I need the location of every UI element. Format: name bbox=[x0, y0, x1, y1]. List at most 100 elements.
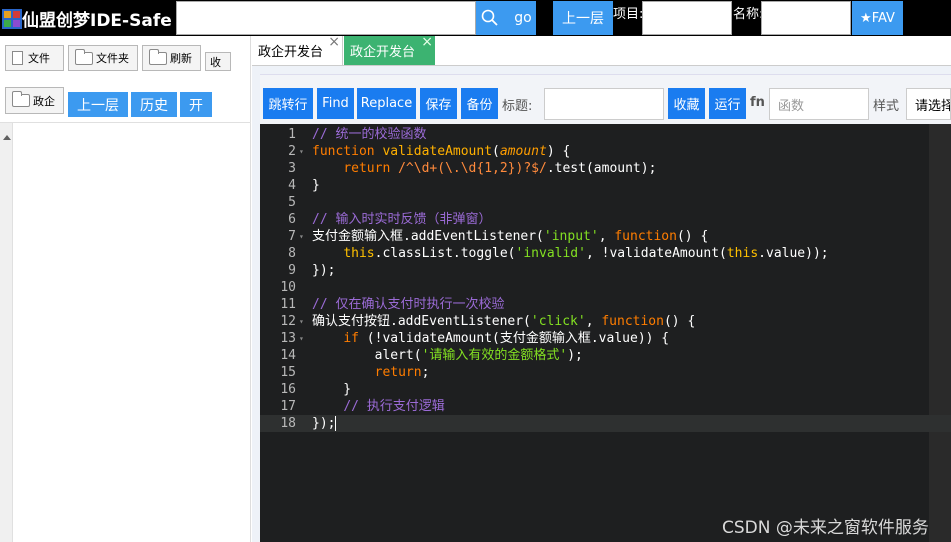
header-up-button[interactable]: 上一层 bbox=[553, 1, 613, 35]
fold-arrow-icon[interactable]: ▾ bbox=[299, 228, 304, 245]
style-select[interactable]: 请选择 bbox=[906, 88, 951, 120]
code-text: return; bbox=[374, 365, 430, 380]
current-folder-button[interactable]: 政企 bbox=[5, 87, 64, 114]
search-icon bbox=[481, 9, 498, 26]
sidebar-up-button[interactable]: 上一层 bbox=[68, 92, 128, 117]
code-line[interactable]: 14 alert('请输入有效的金额格式'); bbox=[260, 347, 951, 364]
fn-label: fn bbox=[750, 95, 765, 110]
collapse-button[interactable]: 收 bbox=[205, 52, 231, 71]
file-icon bbox=[12, 51, 23, 65]
title-input[interactable] bbox=[544, 88, 664, 120]
code-line[interactable]: 12 ▾ 确认支付按钮.addEventListener('click', func… bbox=[260, 313, 951, 330]
code-text: return /^\d+(\.\d{1,2})?$/.test(amount); bbox=[343, 161, 657, 176]
code-text: if (!validateAmount(支付金额输入框.value)) { bbox=[343, 331, 670, 346]
tab-label: 政企开发台 bbox=[258, 45, 324, 60]
code-line[interactable]: 1 // 统一的校验函数 bbox=[260, 126, 951, 143]
scroll-up-arrow-icon[interactable] bbox=[3, 135, 11, 140]
code-line[interactable]: 10 bbox=[260, 279, 951, 296]
line-number: 1 bbox=[288, 127, 296, 142]
code-line[interactable]: 13 ▾ if (!validateAmount(支付金额输入框.value)) … bbox=[260, 330, 951, 347]
run-button[interactable]: 运行 bbox=[709, 88, 746, 119]
text-cursor bbox=[335, 416, 337, 431]
fold-arrow-icon[interactable]: ▾ bbox=[299, 143, 304, 160]
backup-button[interactable]: 备份 bbox=[461, 88, 498, 119]
line-number: 5 bbox=[288, 195, 296, 210]
code-line[interactable]: 4} bbox=[260, 177, 951, 194]
line-number: 2 bbox=[288, 144, 296, 159]
save-button[interactable]: 保存 bbox=[420, 88, 457, 119]
code-text: } bbox=[312, 382, 352, 397]
new-folder-button[interactable]: 文件夹 bbox=[68, 45, 138, 71]
tab-close-icon[interactable]: × bbox=[421, 34, 433, 50]
style-label: 样式 bbox=[873, 99, 900, 114]
code-text: // 输入时实时反馈（非弹窗） bbox=[312, 212, 492, 227]
line-number: 17 bbox=[280, 399, 296, 414]
new-folder-label: 文件夹 bbox=[96, 52, 129, 65]
code-text: // 仅在确认支付时执行一次校验 bbox=[312, 297, 505, 312]
code-line[interactable]: 8 this.classList.toggle('invalid', !vali… bbox=[260, 245, 951, 262]
open-button[interactable]: 开 bbox=[180, 92, 212, 117]
code-line[interactable]: 16 } bbox=[260, 381, 951, 398]
refresh-label: 刷新 bbox=[170, 52, 192, 65]
code-line[interactable]: 18}); bbox=[260, 415, 951, 432]
code-line[interactable]: 9}); bbox=[260, 262, 951, 279]
code-text: } bbox=[312, 178, 320, 193]
tab-item-active[interactable]: 政企开发台 × bbox=[344, 34, 435, 65]
code-text: function validateAmount(amount) { bbox=[312, 144, 571, 159]
code-line[interactable]: 5 bbox=[260, 194, 951, 211]
code-line[interactable]: 6 // 输入时实时反馈（非弹窗） bbox=[260, 211, 951, 228]
code-line[interactable]: 15 return; bbox=[260, 364, 951, 381]
code-line[interactable]: 2 ▾ function validateAmount(amount) { bbox=[260, 143, 951, 160]
code-editor[interactable]: 1// 统一的校验函数 2 ▾ function validateAmount(amo… bbox=[260, 124, 951, 542]
fold-arrow-icon[interactable]: ▾ bbox=[299, 330, 304, 347]
code-text: alert('请输入有效的金额格式'); bbox=[312, 348, 583, 363]
sidebar-divider bbox=[0, 122, 251, 123]
code-text: this.classList.toggle('invalid', !valida… bbox=[343, 246, 829, 261]
title-label: 标题: bbox=[502, 99, 533, 114]
code-text: // 执行支付逻辑 bbox=[343, 399, 445, 414]
watermark: CSDN @未来之窗软件服务 bbox=[722, 518, 929, 538]
fav-button[interactable]: ★FAV bbox=[852, 1, 903, 35]
code-line[interactable]: 17 // 执行支付逻辑 bbox=[260, 398, 951, 415]
editor-tabs: 政企开发台 × 政企开发台 × bbox=[252, 34, 951, 66]
favorite-button[interactable]: 收藏 bbox=[668, 88, 705, 119]
code-text: 支付金额输入框.addEventListener('input', functi… bbox=[312, 229, 709, 244]
name-label: 名称: bbox=[733, 7, 764, 22]
project-input[interactable] bbox=[642, 1, 732, 35]
line-number: 6 bbox=[288, 212, 296, 227]
history-button[interactable]: 历史 bbox=[131, 92, 177, 117]
new-file-button[interactable]: 文件 bbox=[5, 45, 64, 71]
refresh-button[interactable]: 刷新 bbox=[142, 45, 201, 71]
folder-icon bbox=[75, 48, 93, 65]
code-line[interactable]: 11 // 仅在确认支付时执行一次校验 bbox=[260, 296, 951, 313]
fold-arrow-icon[interactable]: ▾ bbox=[299, 313, 304, 330]
code-line[interactable]: 3 return /^\d+(\.\d{1,2})?$/.test(amount… bbox=[260, 160, 951, 177]
function-input[interactable]: 函数 bbox=[769, 88, 869, 120]
tab-label: 政企开发台 bbox=[350, 45, 416, 60]
current-folder-label: 政企 bbox=[33, 94, 55, 108]
line-number: 10 bbox=[280, 280, 296, 295]
folder-icon bbox=[149, 48, 167, 65]
app-title: 仙盟创梦IDE-Safe bbox=[22, 11, 172, 31]
replace-button[interactable]: Replace bbox=[357, 88, 416, 119]
app-logo-icon bbox=[2, 9, 22, 29]
name-input[interactable] bbox=[761, 1, 851, 35]
line-number: 15 bbox=[280, 365, 296, 380]
line-number: 14 bbox=[280, 348, 296, 363]
top-bar: 仙盟创梦IDE-Safe go 上一层 项目: 名称: ★FAV bbox=[0, 0, 951, 36]
path-search-input[interactable] bbox=[176, 1, 476, 35]
folder-icon bbox=[12, 91, 30, 107]
sidebar-scrollbar[interactable] bbox=[0, 123, 13, 542]
line-number: 16 bbox=[280, 382, 296, 397]
line-number: 4 bbox=[288, 178, 296, 193]
line-number: 9 bbox=[288, 263, 296, 278]
jump-line-button[interactable]: 跳转行 bbox=[263, 88, 313, 119]
find-button[interactable]: Find bbox=[317, 88, 354, 119]
go-button[interactable]: go bbox=[476, 1, 536, 35]
line-number: 7 bbox=[288, 229, 296, 244]
code-line[interactable]: 7 ▾ 支付金额输入框.addEventListener('input', func… bbox=[260, 228, 951, 245]
tab-item[interactable]: 政企开发台 × bbox=[252, 34, 343, 65]
line-number: 12 bbox=[280, 314, 296, 329]
tab-close-icon[interactable]: × bbox=[328, 34, 340, 50]
code-text: }); bbox=[312, 263, 336, 278]
